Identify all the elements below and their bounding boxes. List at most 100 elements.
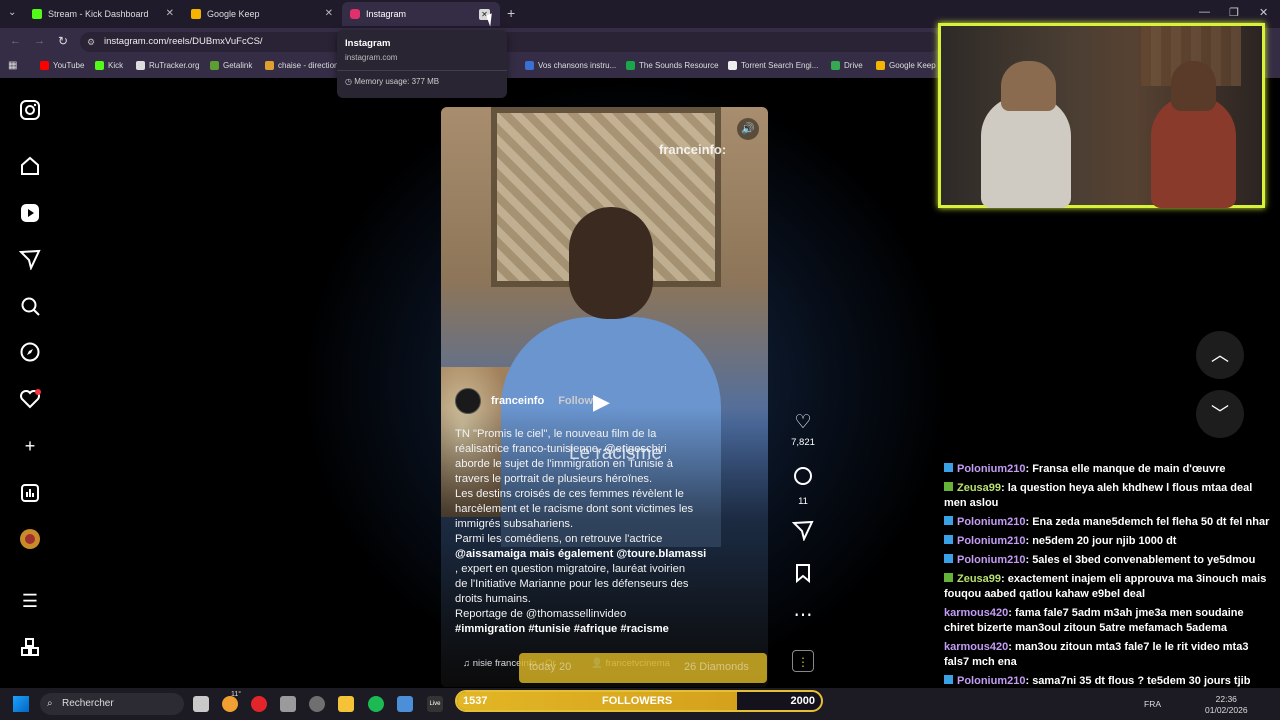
followers-progress-fill <box>457 692 737 710</box>
drive-icon <box>831 61 840 70</box>
dashboard-icon[interactable] <box>19 482 41 504</box>
bookmark-youtube[interactable]: YouTube <box>40 61 84 70</box>
like-count: 7,821 <box>791 437 815 448</box>
bookmark-drive[interactable]: Drive <box>831 61 863 70</box>
chat-username[interactable]: karmous420 <box>944 641 1008 653</box>
reel-account[interactable]: franceinfo Follow <box>455 388 593 414</box>
chat-username[interactable]: karmous420 <box>944 607 1008 619</box>
caption-line: @aissamaiga mais également @toure.blamas… <box>455 548 707 560</box>
caption-line: Les destins croisés de ces femmes révèle… <box>455 488 684 500</box>
tab-list-chevron-icon[interactable]: ⌄ <box>8 7 16 18</box>
bookmark-sounds-resource[interactable]: The Sounds Resource <box>626 61 719 70</box>
getalink-icon <box>210 61 219 70</box>
close-tab-icon[interactable]: ✕ <box>166 8 174 19</box>
app-icon[interactable] <box>280 696 296 712</box>
kick-icon <box>32 9 42 19</box>
sub-badge-icon <box>944 516 953 525</box>
bookmark-label: Kick <box>108 61 124 70</box>
task-view-icon[interactable] <box>193 696 209 712</box>
keep-icon <box>191 9 201 19</box>
spotify-icon[interactable] <box>368 696 384 712</box>
tab-instagram[interactable]: Instagram ✕ <box>342 2 500 26</box>
more-menu-icon[interactable]: ☰ <box>19 590 41 612</box>
notifications-heart-icon[interactable] <box>19 388 41 410</box>
donation-ghost-amount: 26 Diamonds <box>684 661 749 673</box>
caption-hashtags[interactable]: #immigration #tunisie #afrique #racisme <box>455 622 755 637</box>
audio-thumbnail[interactable]: ⋮ <box>792 650 814 672</box>
comment-button[interactable]: 11 <box>790 465 816 507</box>
also-from-meta-icon[interactable] <box>19 637 41 659</box>
obs-icon[interactable] <box>309 696 325 712</box>
apps-icon[interactable]: ▦ <box>8 60 17 71</box>
live-app-icon[interactable]: Live <box>427 696 443 712</box>
create-plus-icon[interactable]: + <box>19 435 41 457</box>
chat-username[interactable]: Polonium210 <box>957 675 1025 687</box>
chat-username[interactable]: Polonium210 <box>957 554 1025 566</box>
share-button[interactable] <box>790 519 816 547</box>
bookmark-label: chaise - direction <box>278 61 339 70</box>
host-left <box>981 96 1071 208</box>
account-name[interactable]: franceinfo <box>491 395 544 407</box>
followers-label: FOLLOWERS <box>602 695 673 707</box>
windows-start-icon[interactable] <box>13 696 29 712</box>
play-icon[interactable]: ▶ <box>593 389 610 415</box>
bookmark-torrent-search[interactable]: Torrent Search Engi... <box>728 61 818 70</box>
back-icon[interactable]: ← <box>10 35 21 47</box>
next-reel-button[interactable]: ﹀ <box>1196 390 1244 438</box>
bookmark-chaise[interactable]: chaise - direction <box>265 61 338 70</box>
more-options-button[interactable]: ⋯ <box>790 605 816 627</box>
forward-icon[interactable]: → <box>34 35 45 47</box>
account-avatar[interactable] <box>455 388 481 414</box>
bookmark-vos-chansons[interactable]: Vos chansons instru... <box>525 61 616 70</box>
sub-badge-icon <box>944 535 953 544</box>
previous-reel-button[interactable]: ︿ <box>1196 331 1244 379</box>
volume-icon[interactable]: 🔊 <box>737 118 759 140</box>
follow-button[interactable]: Follow <box>558 395 593 407</box>
followers-current: 1537 <box>463 695 488 707</box>
app-icon-2[interactable] <box>397 696 413 712</box>
chat-username[interactable]: Zeusa99 <box>957 573 1001 585</box>
instagram-logo-icon[interactable] <box>19 99 41 121</box>
clock-date: 01/02/2026 <box>1205 705 1248 715</box>
url-text: instagram.com/reels/DUBmxVuFcCS/ <box>104 36 263 47</box>
close-tab-icon[interactable]: ✕ <box>325 8 333 19</box>
chat-message: Polonium210: Ena zeda mane5demch fel fle… <box>944 515 1276 530</box>
chat-text: : Fransa elle manque de main d'œuvre <box>1025 463 1226 475</box>
reel-video[interactable]: franceinfo: 🔊 franceinfo Follow ▶ TN "Pr… <box>441 107 768 687</box>
bookmark-getalink[interactable]: Getalink <box>210 61 252 70</box>
bookmark-rutracker[interactable]: RuTracker.org <box>136 61 199 70</box>
chaise-icon <box>265 61 274 70</box>
system-clock[interactable]: 22:36 01/02/2026 <box>1205 694 1248 716</box>
bookmark-google-keep[interactable]: Google Keep <box>876 61 936 70</box>
explore-icon[interactable] <box>19 341 41 363</box>
new-tab-icon[interactable]: + <box>507 5 515 21</box>
messages-icon[interactable] <box>18 248 41 271</box>
file-explorer-icon[interactable] <box>338 696 354 712</box>
opera-icon[interactable] <box>251 696 267 712</box>
tab-google-keep[interactable]: Google Keep ✕ <box>183 2 341 26</box>
restore-icon[interactable]: ❐ <box>1229 6 1239 19</box>
chat-username[interactable]: Polonium210 <box>957 463 1025 475</box>
site-info-icon[interactable]: ⚙ <box>87 32 95 52</box>
reload-icon[interactable]: ↻ <box>58 34 68 48</box>
tab-kick-dashboard[interactable]: Stream - Kick Dashboard ✕ <box>24 2 182 26</box>
weather-icon[interactable] <box>222 696 238 712</box>
save-button[interactable] <box>790 562 816 590</box>
caption-line: TN "Promis le ciel", le nouveau film de … <box>455 428 657 440</box>
profile-avatar-icon[interactable] <box>19 528 41 550</box>
chat-username[interactable]: Polonium210 <box>957 516 1025 528</box>
like-button[interactable]: ♡ 7,821 <box>790 412 816 448</box>
close-window-icon[interactable]: ✕ <box>1259 6 1268 19</box>
heart-icon: ♡ <box>794 412 812 433</box>
minimize-icon[interactable]: — <box>1199 6 1210 18</box>
reels-icon[interactable] <box>19 202 41 224</box>
url-input[interactable]: ⚙ instagram.com/reels/DUBmxVuFcCS/ <box>80 32 940 52</box>
bookmark-kick[interactable]: Kick <box>95 61 123 70</box>
taskbar-search[interactable]: ⌕ Rechercher <box>40 693 184 715</box>
search-icon[interactable] <box>19 295 41 317</box>
chat-username[interactable]: Zeusa99 <box>957 482 1001 494</box>
language-indicator[interactable]: FRA <box>1144 699 1161 709</box>
chat-username[interactable]: Polonium210 <box>957 535 1025 547</box>
home-icon[interactable] <box>19 155 41 177</box>
ellipsis-icon: ⋯ <box>793 605 813 626</box>
